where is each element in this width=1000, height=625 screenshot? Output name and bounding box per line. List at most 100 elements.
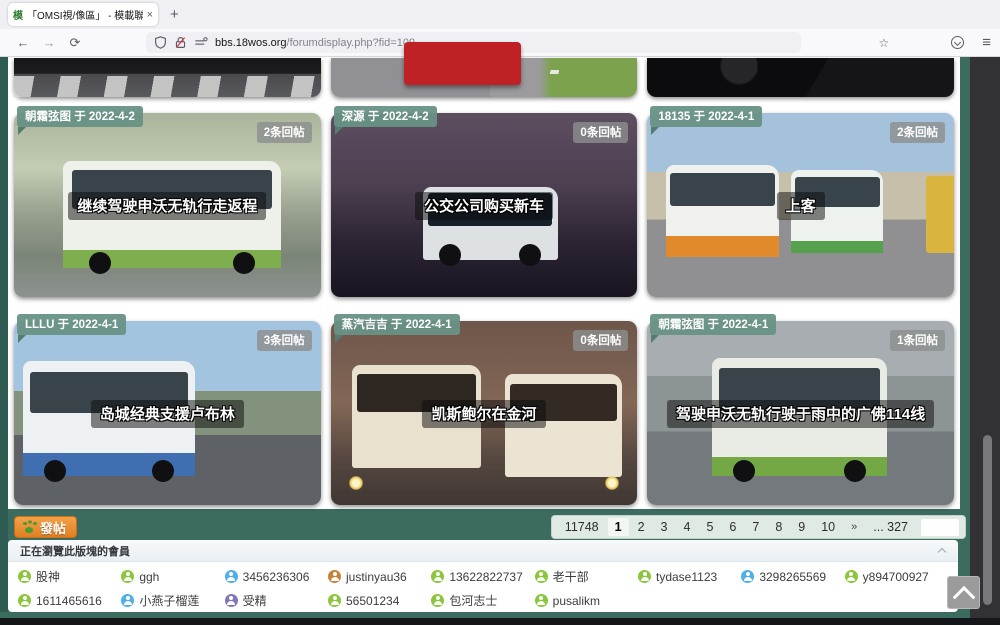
post-author: 深源 — [341, 111, 365, 123]
paw-icon — [22, 521, 36, 534]
member-item[interactable]: tydase1123 — [638, 568, 741, 585]
browser-tab-bar: 模 「OMSI視/像區」 - 模載聯合支援 × + — [0, 0, 1000, 29]
post-author-label: 蒸汽吉吉 于 2022-4-1 — [333, 314, 460, 343]
members-panel-title: 正在瀏覽此版塊的會員 — [20, 545, 130, 558]
post-thumbnail[interactable]: 3条回帖 岛城经典支援卢布林 — [14, 321, 321, 505]
scrollbar-thumb[interactable] — [983, 435, 992, 605]
member-item[interactable]: 包河志士 — [431, 592, 534, 609]
new-tab-button[interactable]: + — [170, 6, 179, 23]
page-number[interactable]: 10 — [814, 518, 842, 536]
post-card[interactable]: 蒸汽吉吉 于 2022-4-1 0条回帖 凯斯鲍尔在金河 — [330, 314, 638, 505]
user-icon — [328, 594, 341, 607]
post-thumbnail[interactable]: 0条回帖 凯斯鲍尔在金河 — [330, 321, 638, 505]
page-number[interactable]: 9 — [791, 518, 812, 536]
tab-close-icon[interactable]: × — [147, 9, 153, 21]
page-number[interactable]: 3 — [654, 518, 675, 536]
member-item[interactable]: 受精 — [224, 592, 328, 609]
post-card[interactable]: LLLU 于 2022-4-1 3条回帖 岛城经典支援卢布林 — [14, 314, 321, 505]
member-item[interactable]: 3456236306 — [224, 568, 328, 585]
page-number-current[interactable]: 1 — [607, 518, 629, 536]
post-thumbnail-partial[interactable] — [14, 58, 321, 97]
members-panel-header: 正在瀏覽此版塊的會員 — [8, 540, 958, 562]
member-item[interactable]: 小燕子榴莲 — [121, 592, 224, 609]
menu-icon[interactable]: ≡ — [982, 34, 991, 51]
member-item[interactable]: 13622822737 — [431, 568, 534, 585]
user-icon — [844, 570, 858, 583]
user-icon — [121, 570, 135, 583]
post-author-label: LLLU 于 2022-4-1 — [17, 314, 127, 343]
post-thumbnail-partial[interactable] — [330, 42, 638, 97]
user-icon — [224, 570, 238, 583]
post-title: 上客 — [647, 192, 954, 221]
post-card[interactable]: 朝霜弦图 于 2022-4-1 1条回帖 驾驶申沃无轨行驶于雨中的广佛114线 — [647, 314, 954, 505]
member-item[interactable]: 1611465616 — [18, 592, 121, 609]
post-date: 于 2022-4-1 — [390, 319, 452, 331]
page-number[interactable]: 7 — [745, 518, 766, 536]
member-item[interactable]: 3298265569 — [741, 568, 844, 585]
reply-count-badge: 1条回帖 — [890, 330, 945, 351]
post-author-label: 18135 于 2022-4-1 — [650, 106, 763, 135]
member-item[interactable]: 56501234 — [328, 592, 431, 609]
page-number[interactable]: 2 — [631, 518, 652, 536]
reload-button[interactable]: ⟳ — [62, 35, 88, 51]
member-item[interactable]: y894700927 — [844, 568, 948, 585]
members-list: 股神 ggh 3456236306 justinyau36 1362282273… — [8, 562, 958, 609]
user-icon — [224, 594, 238, 607]
insecure-lock-icon[interactable] — [174, 36, 187, 49]
scrollbar-track[interactable] — [970, 57, 1000, 625]
reply-count-badge: 0条回帖 — [573, 330, 629, 351]
post-author-label: 朝霜弦图 于 2022-4-1 — [650, 314, 777, 343]
tab-favicon: 模 — [13, 11, 23, 22]
post-thumbnail[interactable]: 2条回帖 继续驾驶申沃无轨行走返程 — [14, 113, 321, 297]
page-jump-input[interactable] — [921, 518, 959, 536]
post-card[interactable]: 朝霜弦图 于 2022-4-2 2条回帖 继续驾驶申沃无轨行走返程 — [14, 106, 321, 297]
back-to-top-button[interactable] — [947, 576, 980, 609]
back-button[interactable]: ← — [10, 35, 36, 50]
post-thumbnail[interactable]: 2条回帖 上客 — [647, 113, 954, 297]
page-number[interactable]: 6 — [722, 518, 743, 536]
post-date: 于 2022-4-2 — [74, 111, 135, 123]
tracking-shield-icon[interactable] — [154, 36, 167, 49]
user-icon — [638, 570, 651, 583]
new-post-button[interactable]: 發帖 — [14, 516, 78, 538]
post-date: 于 2022-4-1 — [707, 319, 769, 331]
user-icon — [18, 570, 31, 583]
user-icon — [534, 570, 548, 583]
browser-tab[interactable]: 模 「OMSI視/像區」 - 模載聯合支援 × — [8, 3, 158, 26]
collapse-chevron-icon[interactable] — [938, 547, 946, 555]
url-host: bbs.18wos.org — [215, 36, 287, 49]
user-icon — [431, 570, 445, 583]
post-title: 公交公司购买新车 — [331, 192, 638, 221]
post-thumbnail-partial[interactable] — [647, 58, 954, 97]
tab-title: 「OMSI視/像區」 - 模載聯合支援 — [27, 11, 143, 22]
bookmark-star-icon[interactable]: ☆ — [878, 36, 889, 50]
post-thumbnail[interactable]: 0条回帖 公交公司购买新车 — [330, 113, 638, 297]
member-item[interactable]: ggh — [121, 568, 224, 585]
post-card[interactable]: 深源 于 2022-4-2 0条回帖 公交公司购买新车 — [330, 106, 638, 297]
page-number[interactable]: 4 — [677, 518, 698, 536]
page-number[interactable]: 8 — [768, 518, 789, 536]
forward-button[interactable]: → — [36, 35, 62, 50]
member-item[interactable]: 股神 — [18, 568, 121, 585]
post-title: 凯斯鲍尔在金河 — [331, 400, 638, 429]
post-title: 岛城经典支援卢布林 — [14, 400, 321, 429]
post-card[interactable]: 18135 于 2022-4-1 2条回帖 上客 — [647, 106, 954, 297]
member-item[interactable]: pusalikm — [534, 592, 638, 609]
url-path: /forumdisplay.php?fid=109 — [286, 36, 416, 49]
account-icon[interactable] — [951, 36, 965, 49]
next-pages-icon[interactable]: » — [844, 519, 864, 535]
post-author: LLLU — [25, 319, 55, 331]
thread-list-panel: 朝霜弦图 于 2022-4-2 2条回帖 继续驾驶申沃无轨行走返程 深源 于 2… — [8, 42, 960, 509]
post-author: 蒸汽吉吉 — [341, 319, 388, 331]
permissions-icon[interactable] — [194, 36, 208, 49]
page-number[interactable]: 5 — [699, 518, 720, 536]
post-date: 于 2022-4-2 — [367, 111, 429, 123]
member-item[interactable]: 老干部 — [534, 568, 638, 585]
reply-count-badge: 2条回帖 — [256, 122, 312, 143]
post-thumbnail[interactable]: 1条回帖 驾驶申沃无轨行驶于雨中的广佛114线 — [647, 321, 954, 505]
post-title: 驾驶申沃无轨行驶于雨中的广佛114线 — [647, 400, 954, 429]
member-item[interactable]: justinyau36 — [328, 568, 431, 585]
last-page[interactable]: ... 327 — [866, 518, 915, 536]
user-icon — [741, 570, 755, 583]
forum-page: 朝霜弦图 于 2022-4-2 2条回帖 继续驾驶申沃无轨行走返程 深源 于 2… — [0, 42, 1000, 625]
